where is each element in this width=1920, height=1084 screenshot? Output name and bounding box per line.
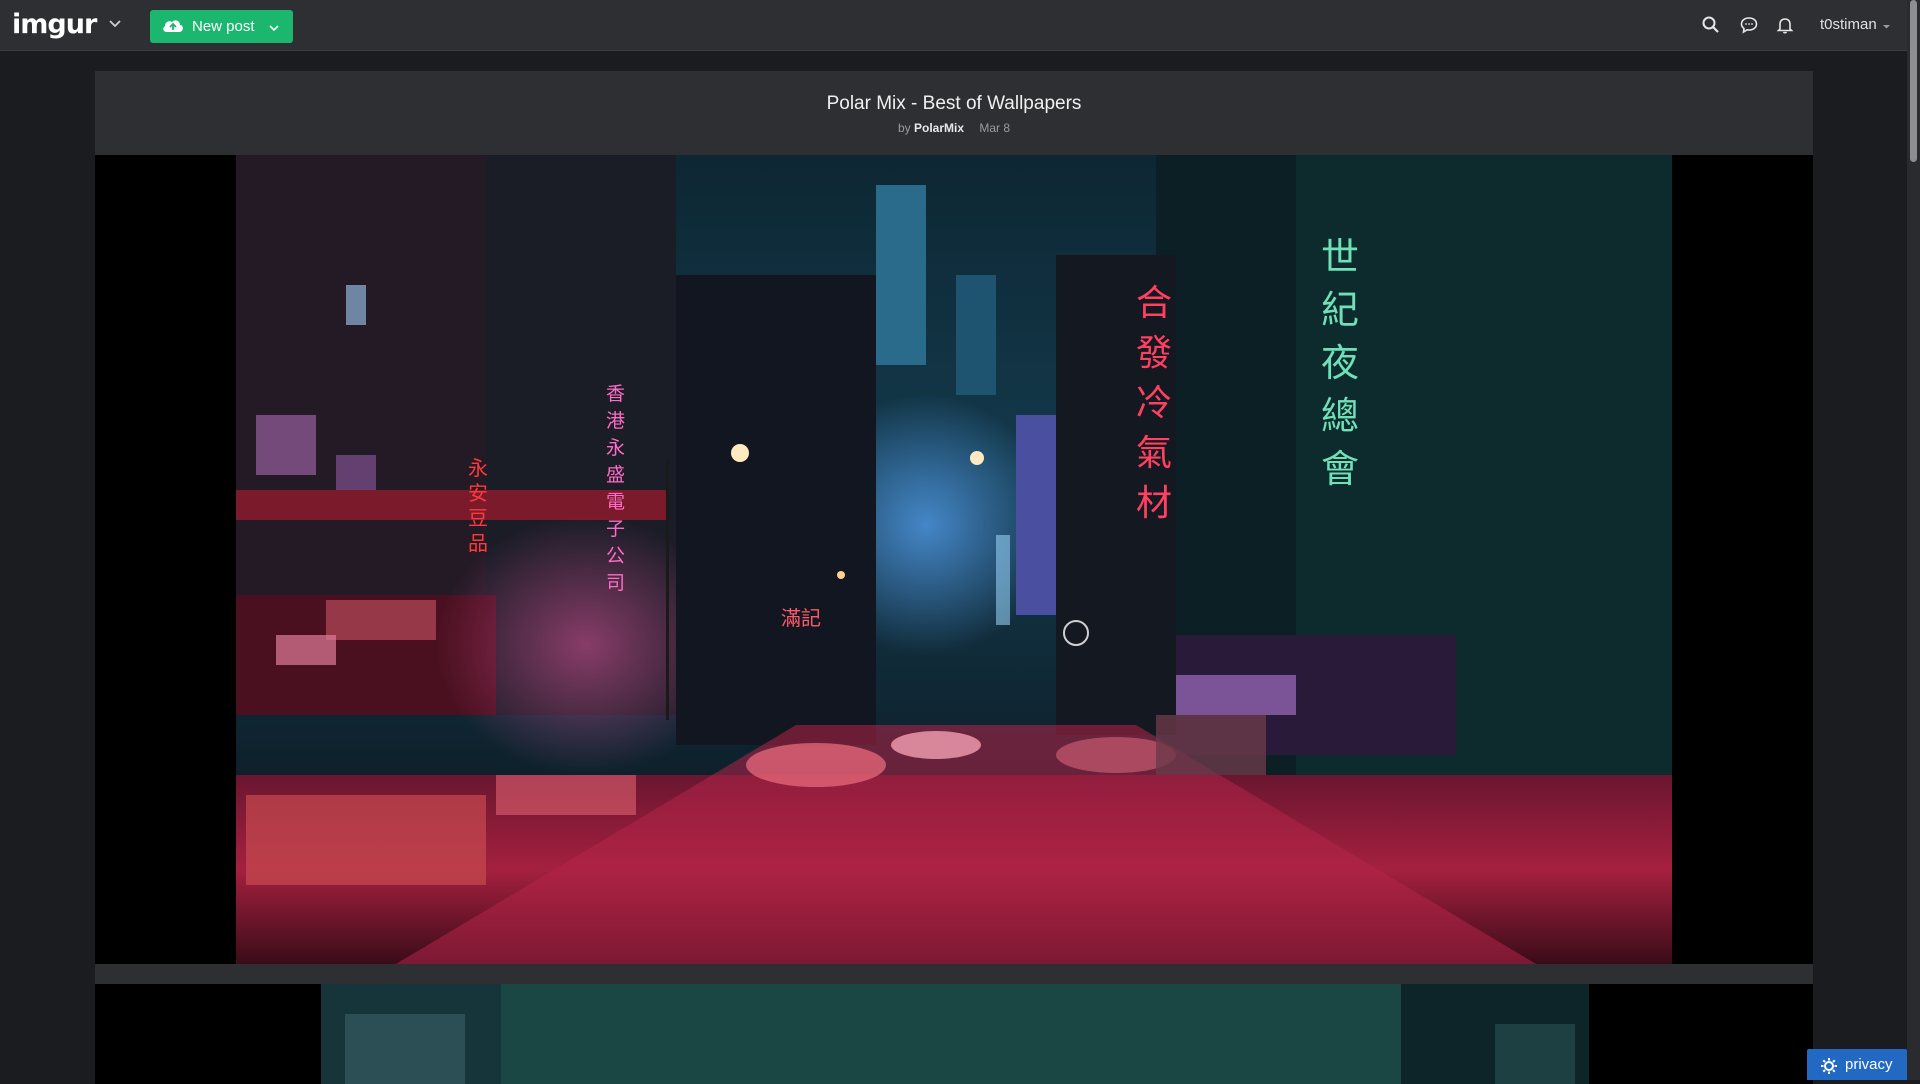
neon-char: 安: [468, 481, 488, 505]
new-post-button[interactable]: New post: [150, 10, 293, 43]
imgur-logo[interactable]: imgur: [12, 9, 97, 40]
neon-sign-right: 世 紀 夜 總 會: [1321, 235, 1359, 491]
search-icon[interactable]: [1701, 15, 1721, 35]
neon-char: 夜: [1321, 341, 1359, 385]
neon-char: 氣: [1136, 433, 1172, 474]
privacy-label: privacy: [1845, 1056, 1893, 1073]
image-separator: [95, 964, 1813, 984]
page-scrollbar[interactable]: [1907, 0, 1920, 1080]
post-author-link[interactable]: PolarMix: [914, 121, 964, 135]
neon-char: 子: [606, 518, 625, 540]
neon-char: 會: [1321, 447, 1359, 491]
neon-char: 品: [468, 531, 488, 555]
post-image-2[interactable]: [95, 984, 1813, 1084]
privacy-button[interactable]: privacy: [1807, 1049, 1907, 1080]
new-post-label: New post: [192, 18, 255, 35]
post-meta: by PolarMix Mar 8: [95, 121, 1813, 135]
username-menu[interactable]: t0stiman: [1820, 16, 1877, 33]
top-navigation-bar: imgur New post t0stiman: [0, 0, 1907, 51]
neon-char: 紀: [1321, 288, 1359, 332]
neon-char: 司: [606, 572, 625, 594]
chevron-down-icon[interactable]: [108, 17, 122, 31]
neon-char: 合: [1136, 283, 1172, 324]
by-label: by: [897, 121, 911, 135]
post-image-container: [95, 984, 1813, 1084]
post-title: Polar Mix - Best of Wallpapers: [826, 93, 1082, 114]
neon-char: 豆: [468, 506, 488, 530]
post-container: Polar Mix - Best of Wallpapers by PolarM…: [95, 71, 1813, 1084]
neon-char: 永: [606, 437, 625, 459]
post-image-container: 世 紀 夜 總 會 合 發 冷 氣 材 香 港 永 盛 電 子 公 司 永 安 …: [95, 155, 1813, 964]
gear-icon: [1821, 1058, 1837, 1074]
neon-char: 發: [1136, 333, 1172, 374]
neon-sign-center: 合 發 冷 氣 材: [1136, 283, 1172, 524]
post-header: Polar Mix - Best of Wallpapers by PolarM…: [95, 71, 1813, 155]
neon-char: 冷: [1136, 383, 1172, 424]
post-date: Mar 8: [979, 121, 1011, 135]
neon-char: 總: [1321, 394, 1359, 438]
chevron-down-icon[interactable]: [1882, 22, 1891, 31]
neon-sign-lower: 滿記: [781, 606, 821, 630]
neon-char: 世: [1321, 235, 1359, 279]
neon-char: 香: [606, 383, 625, 405]
bell-icon[interactable]: [1775, 15, 1795, 35]
neon-char: 電: [606, 491, 625, 513]
neon-char: 港: [606, 410, 625, 432]
neon-char: 永: [468, 456, 488, 480]
neon-sign-left-red: 永 安 豆 品: [468, 456, 488, 555]
neon-char: 盛: [606, 464, 625, 486]
neon-char: 公: [606, 545, 625, 567]
scrollbar-thumb[interactable]: [1910, 0, 1917, 162]
chevron-down-icon[interactable]: [268, 22, 280, 34]
neon-char: 材: [1136, 483, 1172, 524]
chat-bubble-icon[interactable]: [1739, 15, 1759, 35]
cloud-upload-icon: [163, 20, 183, 32]
post-image[interactable]: 世 紀 夜 總 會 合 發 冷 氣 材 香 港 永 盛 電 子 公 司 永 安 …: [236, 155, 1672, 964]
